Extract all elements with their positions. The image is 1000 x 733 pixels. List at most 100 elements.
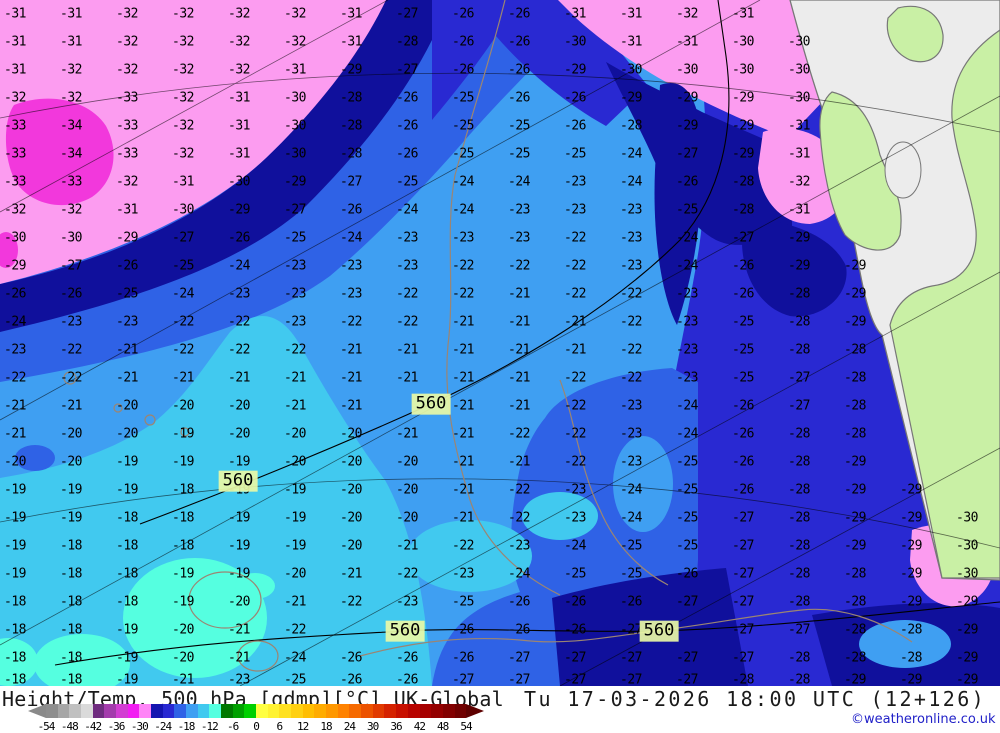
temp-label: -28 [844, 566, 866, 582]
temp-label: -32 [172, 118, 194, 134]
temp-label: -19 [228, 454, 250, 470]
contour-label-560: 560 [385, 620, 425, 642]
temp-label: -25 [172, 258, 194, 274]
temp-label: -24 [620, 482, 642, 498]
temp-label: -30 [956, 510, 978, 526]
temp-label: -28 [844, 342, 866, 358]
temp-label: -28 [788, 594, 810, 610]
temp-label: -22 [396, 566, 418, 582]
temp-label: -28 [340, 146, 362, 162]
temp-label: -19 [4, 566, 26, 582]
temp-label: -23 [508, 538, 530, 554]
temp-label: -22 [452, 538, 474, 554]
temp-label: -25 [508, 118, 530, 134]
temp-label: -26 [564, 594, 586, 610]
temp-label: -34 [60, 146, 82, 162]
temp-label: -27 [732, 622, 754, 638]
temp-label: -32 [172, 34, 194, 50]
temp-label: -22 [564, 230, 586, 246]
temp-label: -29 [900, 482, 922, 498]
temp-label: -20 [172, 622, 194, 638]
temp-label: -32 [116, 34, 138, 50]
temp-label: -28 [788, 672, 810, 687]
temp-label: -21 [508, 398, 530, 414]
temp-label: -23 [620, 230, 642, 246]
temp-label: -33 [116, 90, 138, 106]
temp-label: -29 [844, 510, 866, 526]
temp-label: -27 [620, 672, 642, 687]
temp-label: -21 [452, 426, 474, 442]
temp-label: -28 [844, 398, 866, 414]
temp-label: -29 [900, 566, 922, 582]
temp-label: -30 [60, 230, 82, 246]
temp-label: -22 [284, 342, 306, 358]
temp-label: -18 [172, 538, 194, 554]
temp-label: -31 [284, 62, 306, 78]
temp-label: -23 [284, 314, 306, 330]
temp-label: -30 [956, 566, 978, 582]
temp-label: -18 [4, 672, 26, 687]
temp-label: -21 [396, 538, 418, 554]
temp-label: -23 [508, 202, 530, 218]
temp-label: -26 [396, 650, 418, 666]
temp-label: -26 [732, 258, 754, 274]
temp-label: -26 [564, 622, 586, 638]
temp-label: -31 [4, 62, 26, 78]
temp-label: -29 [116, 230, 138, 246]
temp-label: -27 [732, 566, 754, 582]
temp-label: -22 [564, 286, 586, 302]
temp-label: -21 [508, 370, 530, 386]
temp-label: -31 [788, 202, 810, 218]
temp-label: -31 [620, 6, 642, 22]
temp-label: -29 [844, 258, 866, 274]
temp-label: -29 [564, 62, 586, 78]
temp-label: -30 [676, 62, 698, 78]
temp-label: -31 [788, 118, 810, 134]
temp-label: -28 [844, 370, 866, 386]
temp-label: -25 [676, 482, 698, 498]
temp-label: -26 [564, 118, 586, 134]
temp-label: -32 [60, 90, 82, 106]
temp-label: -30 [4, 230, 26, 246]
temp-label: -29 [228, 202, 250, 218]
temp-label: -32 [60, 202, 82, 218]
temp-label: -31 [4, 6, 26, 22]
copyright-link[interactable]: ©weatheronline.co.uk [851, 712, 996, 727]
temp-label: -20 [116, 426, 138, 442]
temp-label: -21 [228, 622, 250, 638]
temp-label: -21 [452, 482, 474, 498]
temp-label: -23 [620, 398, 642, 414]
temp-label: -20 [340, 454, 362, 470]
temp-label: -24 [340, 230, 362, 246]
footer-bar: Height/Temp. 500 hPa [gdmp][°C] UK-Globa… [0, 686, 1000, 733]
temp-label: -23 [564, 174, 586, 190]
temp-label: -22 [340, 314, 362, 330]
temp-label: -26 [4, 286, 26, 302]
temp-label: -18 [116, 538, 138, 554]
temp-label: -19 [284, 482, 306, 498]
temp-label: -28 [844, 650, 866, 666]
temp-label: -21 [452, 370, 474, 386]
temp-label: -22 [340, 594, 362, 610]
temp-label: -32 [4, 90, 26, 106]
map-title: Height/Temp. 500 hPa [gdmp][°C] UK-Globa… [2, 687, 504, 711]
temp-label: -25 [676, 454, 698, 470]
temp-label: -20 [340, 426, 362, 442]
temp-label: -32 [788, 174, 810, 190]
temp-label: -27 [732, 650, 754, 666]
temp-label: -27 [732, 230, 754, 246]
temp-label: -20 [340, 510, 362, 526]
temp-label: -26 [732, 454, 754, 470]
temp-label: -24 [228, 258, 250, 274]
temp-label: -32 [116, 6, 138, 22]
temp-label: -23 [620, 454, 642, 470]
temp-label: -19 [172, 426, 194, 442]
temp-label: -32 [116, 62, 138, 78]
temp-label: -21 [60, 398, 82, 414]
temp-label: -25 [620, 538, 642, 554]
temp-label: -22 [564, 398, 586, 414]
temp-label: -26 [228, 230, 250, 246]
temp-label: -22 [60, 370, 82, 386]
temp-label: -31 [788, 146, 810, 162]
temp-label: -27 [452, 672, 474, 687]
